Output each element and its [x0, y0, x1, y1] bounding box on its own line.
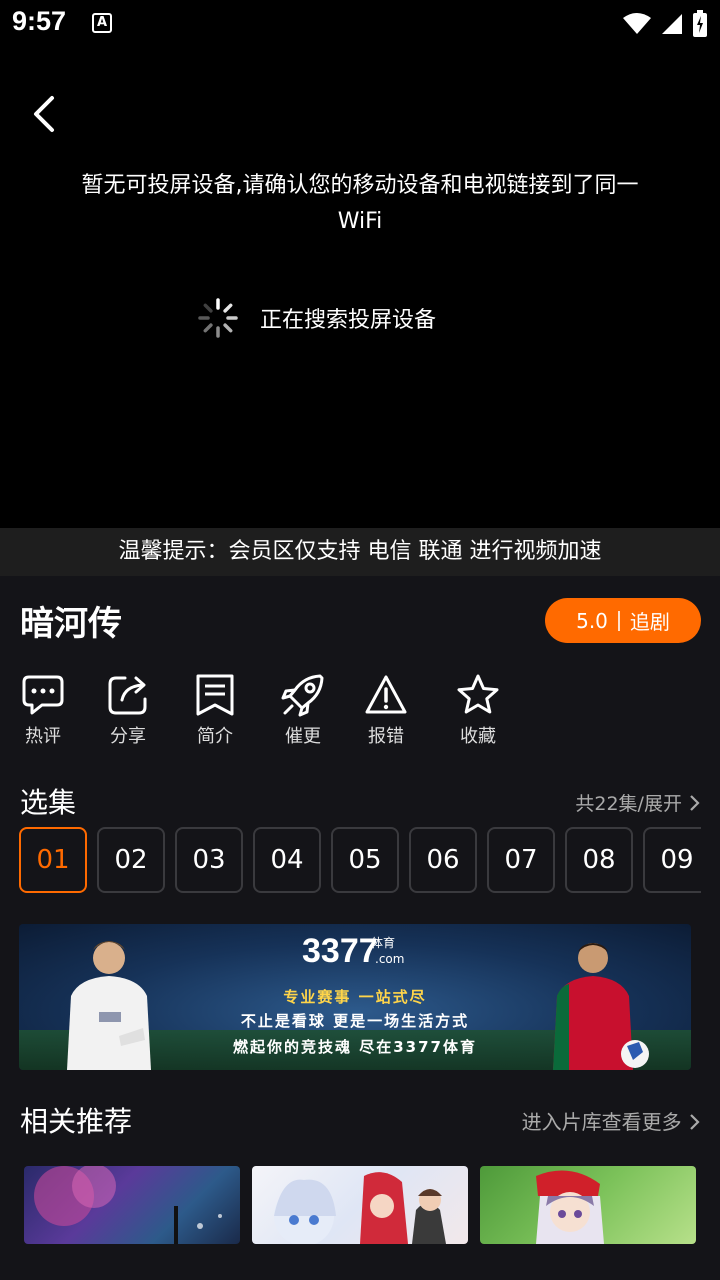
episode-list: 01 02 03 04 05 06 07 08 09 — [19, 827, 701, 895]
recommend-card[interactable] — [480, 1166, 696, 1244]
warning-icon — [365, 675, 407, 714]
status-bar: 9:57 A — [0, 0, 720, 48]
episode-button[interactable]: 04 — [253, 827, 321, 893]
share-button[interactable]: 分享 — [93, 672, 163, 748]
signal-icon — [662, 14, 682, 34]
spinner-icon — [198, 298, 238, 338]
comment-icon — [22, 675, 64, 715]
notice-banner: 温馨提示：会员区仅支持 电信 联通 进行视频加速 — [0, 528, 720, 576]
action-label: 热评 — [25, 726, 61, 747]
poster-image — [34, 1166, 222, 1244]
divider — [617, 610, 620, 631]
banner-logo-sub: 体育 — [371, 936, 396, 950]
action-label: 收藏 — [460, 726, 496, 747]
action-label: 简介 — [197, 726, 233, 747]
action-bar: 热评 分享 简介 催更 报错 收藏 — [0, 672, 720, 752]
rating: 5.0 — [576, 608, 608, 633]
wifi-icon — [623, 13, 651, 34]
action-label: 催更 — [285, 726, 321, 747]
recommend-list — [24, 1166, 696, 1244]
chevron-right-icon — [690, 795, 700, 811]
battery-icon — [693, 10, 707, 37]
poster-image — [274, 1172, 446, 1244]
favorite-button[interactable]: 收藏 — [443, 672, 513, 748]
episode-button[interactable]: 07 — [487, 827, 555, 893]
recommend-title: 相关推荐 — [20, 1105, 133, 1138]
detail-content: 暗河传 5.0 追剧 热评 分享 简介 催更 报错 收藏 选集 共22集/展开 … — [0, 576, 720, 1280]
episodes-title: 选集 — [20, 786, 77, 819]
poster-image — [536, 1170, 604, 1244]
episodes-more-label: 共22集/展开 — [575, 793, 682, 815]
rocket-icon — [281, 674, 324, 717]
status-time: 9:57 — [12, 6, 67, 36]
show-title: 暗河传 — [20, 604, 122, 644]
bookmark-icon — [196, 674, 234, 716]
status-icons — [622, 10, 708, 38]
share-icon — [108, 676, 147, 715]
back-arrow-icon[interactable] — [26, 92, 66, 136]
recommend-more-label: 进入片库查看更多 — [521, 1110, 682, 1134]
follow-label: 追剧 — [629, 610, 670, 634]
notification-icon: A — [92, 13, 112, 33]
recommend-card[interactable] — [252, 1166, 468, 1244]
star-icon — [457, 674, 499, 714]
episodes-header: 选集 共22集/展开 — [20, 781, 700, 821]
urge-update-button[interactable]: 催更 — [268, 672, 338, 748]
episode-button[interactable]: 09 — [643, 827, 701, 893]
cast-message: 暂无可投屏设备,请确认您的移动设备和电视链接到了同一WiFi — [81, 173, 639, 234]
episodes-expand-link[interactable]: 共22集/展开 — [575, 789, 700, 816]
synopsis-button[interactable]: 简介 — [180, 672, 250, 748]
chevron-right-icon — [690, 1114, 700, 1130]
video-player[interactable]: 暂无可投屏设备,请确认您的移动设备和电视链接到了同一WiFi 正在搜索投屏设备 — [0, 48, 720, 528]
episode-button[interactable]: 03 — [175, 827, 243, 893]
comments-button[interactable]: 热评 — [8, 672, 78, 748]
follow-button[interactable]: 5.0 追剧 — [545, 598, 701, 643]
searching-text: 正在搜索投屏设备 — [260, 308, 437, 333]
footballer-right-image — [553, 943, 649, 1070]
recommend-header: 相关推荐 进入片库查看更多 — [20, 1100, 700, 1140]
action-label: 报错 — [368, 726, 404, 747]
ad-banner[interactable]: 3377 体育 .com 专业赛事 一站式尽 不止是看球 更是一场生活方式 燃起… — [19, 924, 691, 1070]
banner-logo-com: .com — [375, 952, 405, 966]
report-error-button[interactable]: 报错 — [351, 672, 421, 748]
searching-indicator: 正在搜索投屏设备 — [196, 296, 436, 340]
recommend-card[interactable] — [24, 1166, 240, 1244]
episode-button[interactable]: 02 — [97, 827, 165, 893]
episode-button[interactable]: 05 — [331, 827, 399, 893]
recommend-more-link[interactable]: 进入片库查看更多 — [522, 1106, 700, 1135]
episode-button[interactable]: 06 — [409, 827, 477, 893]
banner-logo: 3377 — [302, 932, 378, 970]
episode-button[interactable]: 08 — [565, 827, 633, 893]
action-label: 分享 — [110, 726, 146, 747]
episode-button[interactable]: 01 — [19, 827, 87, 893]
